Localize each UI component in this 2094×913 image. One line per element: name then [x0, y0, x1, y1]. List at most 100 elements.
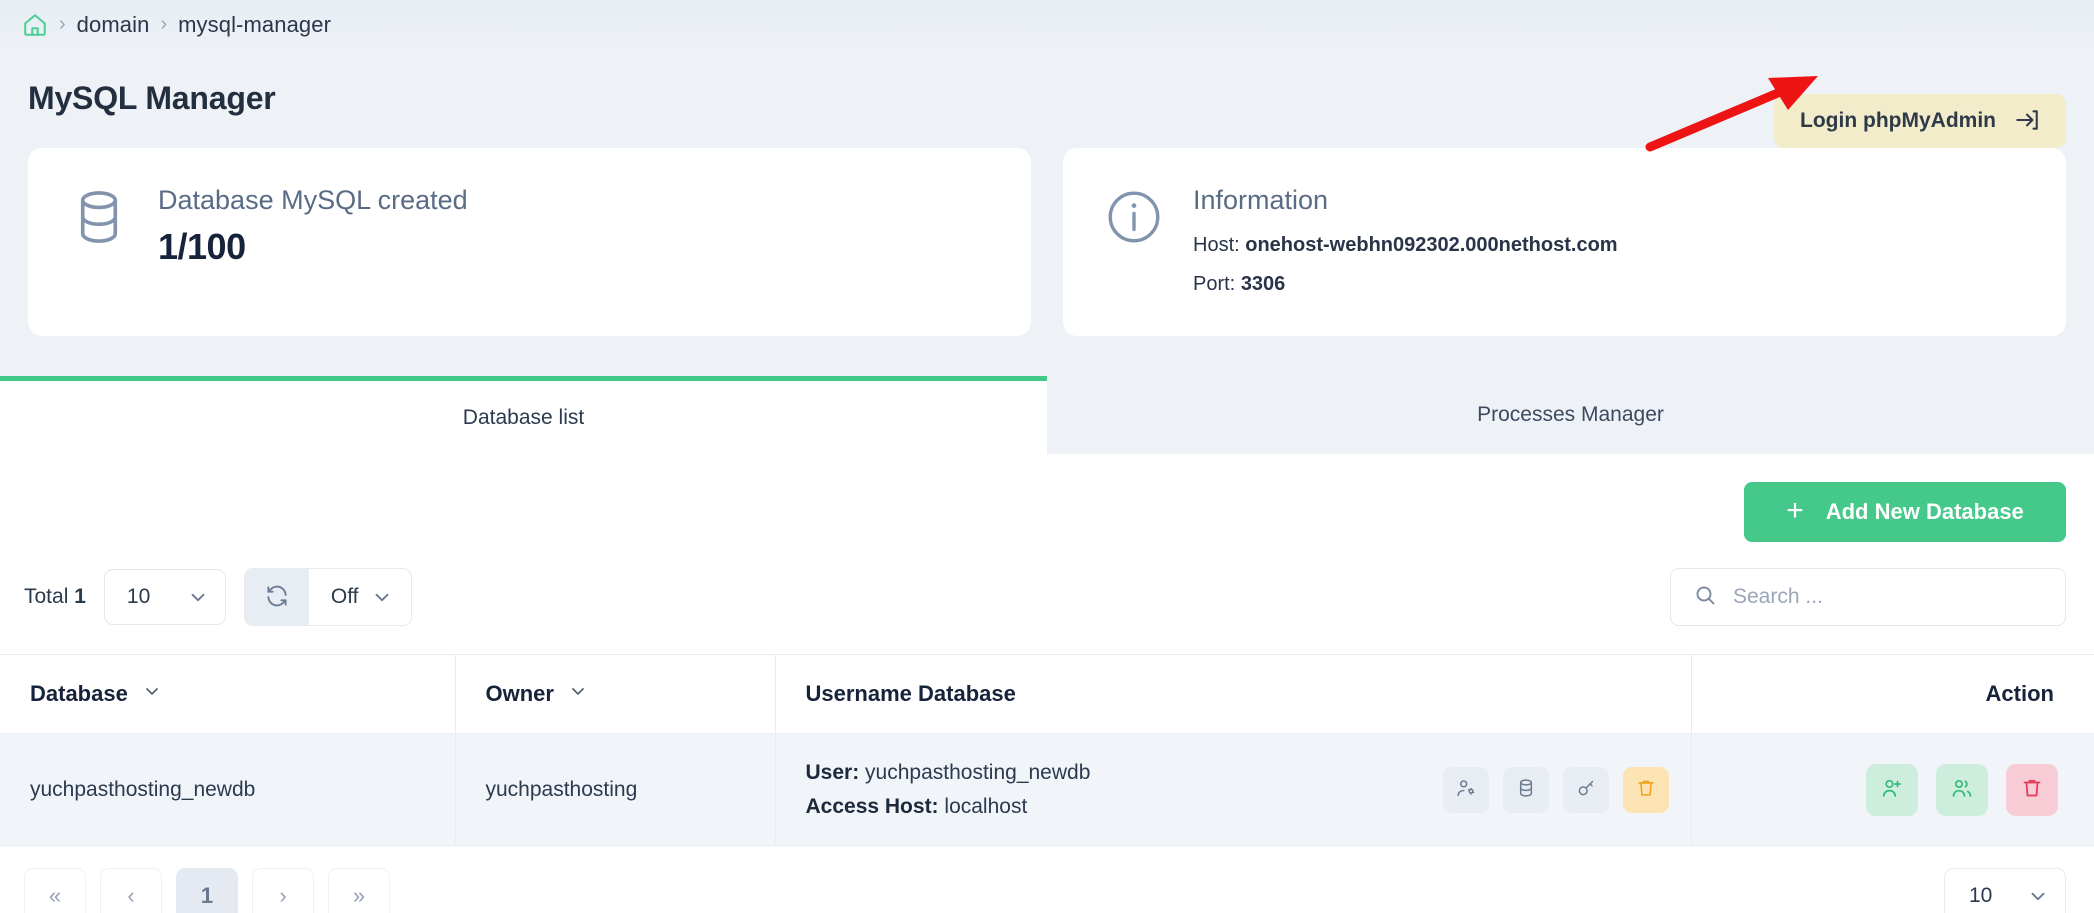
breadcrumb-item-mysql-manager[interactable]: mysql-manager	[178, 12, 331, 38]
cell-action	[1691, 733, 2094, 847]
pagination-next-button[interactable]: ›	[252, 868, 314, 913]
search-input[interactable]	[1733, 585, 2047, 609]
breadcrumb: › domain › mysql-manager	[0, 0, 2094, 50]
port-label: Port:	[1193, 272, 1236, 295]
inline-action-icons	[1442, 766, 1669, 813]
trash-icon	[1635, 777, 1657, 802]
user-label: User:	[805, 761, 860, 784]
pagination-page-1-button[interactable]: 1	[176, 868, 238, 913]
pagination-bar: « ‹ 1 › » 10	[0, 846, 2094, 913]
trash-icon	[2020, 776, 2044, 803]
auto-refresh-group: Off	[243, 568, 412, 626]
tab-database-list-label: Database list	[462, 405, 585, 429]
login-arrow-icon	[2014, 107, 2040, 136]
delete-user-icon-button[interactable]	[1622, 766, 1669, 813]
table-head: Database Owner Username Database Action	[0, 654, 2094, 734]
row-action-icons	[1722, 763, 2058, 816]
user-add-icon	[1880, 776, 1904, 803]
column-header-database[interactable]: Database	[0, 654, 456, 734]
card-database-created-value: 1/100	[158, 225, 246, 267]
database-icon	[1515, 777, 1537, 802]
card-information: Information Host: onehost-webhn092302.00…	[1063, 148, 2066, 336]
pagination-last-button[interactable]: »	[328, 868, 390, 913]
column-header-username-database: Username Database	[775, 654, 1692, 734]
column-header-username-database-label: Username Database	[805, 681, 1016, 706]
username-details: User: yuchpasthosting_newdb Access Host:…	[806, 756, 1091, 823]
access-host-value: localhost	[944, 794, 1028, 818]
toolbar-left: Total 1 10 Off	[24, 568, 412, 626]
cell-database: yuchpasthosting_newdb	[0, 733, 456, 847]
chevron-down-icon	[371, 586, 393, 608]
page-size-select-bottom[interactable]: 10	[1944, 868, 2066, 913]
card-information-port: Port: 3306	[1193, 273, 1618, 296]
search-icon	[1693, 583, 1717, 612]
info-circle-icon	[1103, 182, 1165, 253]
page-size-select-bottom-value: 10	[1969, 884, 1993, 908]
username-line: User: yuchpasthosting_newdb	[806, 756, 1091, 790]
main-panel: Database list Processes Manager + Add Ne…	[0, 376, 2094, 913]
chevron-down-icon	[2027, 885, 2049, 907]
pagination-prev-button[interactable]: ‹	[100, 868, 162, 913]
breadcrumb-separator-2: ›	[160, 12, 168, 35]
card-information-heading: Information	[1193, 185, 1329, 215]
breadcrumb-item-domain[interactable]: domain	[77, 12, 150, 38]
database-list-panel: + Add New Database Total 1 10 Off Search…	[0, 454, 2094, 913]
login-phpmyadmin-button[interactable]: Login phpMyAdmin	[1774, 94, 2066, 148]
key-icon-button[interactable]	[1562, 766, 1609, 813]
host-value: onehost-webhn092302.000nethost.com	[1245, 233, 1618, 256]
page-title: MySQL Manager	[28, 79, 276, 116]
total-count: Total 1	[24, 585, 86, 609]
toolbar-top: + Add New Database	[0, 454, 2094, 542]
table-row: yuchpasthosting_newdb yuchpasthosting Us…	[0, 733, 2094, 847]
auto-refresh-value: Off	[330, 585, 359, 608]
access-host-label: Access Host:	[805, 794, 939, 818]
page-size-select-top[interactable]: 10	[103, 569, 226, 625]
tab-processes-manager[interactable]: Processes Manager	[1047, 376, 2094, 454]
add-new-database-button[interactable]: + Add New Database	[1744, 482, 2066, 542]
tab-processes-manager-label: Processes Manager	[1477, 403, 1664, 426]
add-user-icon-button[interactable]	[1866, 763, 1918, 816]
tab-database-list[interactable]: Database list	[0, 376, 1047, 454]
chevron-down-icon	[187, 586, 209, 608]
column-header-database-label: Database	[30, 681, 128, 706]
column-header-owner[interactable]: Owner	[455, 654, 776, 734]
key-icon	[1575, 777, 1597, 802]
database-icon	[68, 182, 130, 253]
column-header-owner-label: Owner	[485, 681, 554, 706]
pagination-first-button[interactable]: «	[24, 868, 86, 913]
refresh-icon	[264, 583, 290, 612]
table-body: yuchpasthosting_newdb yuchpasthosting Us…	[0, 733, 2094, 847]
table-header-row: Database Owner Username Database Action	[0, 654, 2094, 734]
breadcrumb-separator-1: ›	[59, 12, 66, 35]
login-phpmyadmin-label: Login phpMyAdmin	[1800, 109, 1996, 132]
delete-database-icon-button[interactable]	[2006, 763, 2058, 816]
cell-owner: yuchpasthosting	[455, 733, 776, 847]
column-header-action-label: Action	[1985, 681, 2054, 706]
chevron-down-icon	[142, 681, 162, 707]
home-icon[interactable]	[22, 12, 48, 38]
users-icon	[1950, 776, 1974, 803]
summary-cards: Database MySQL created 1/100 Information…	[0, 148, 2094, 336]
refresh-button[interactable]	[244, 569, 309, 625]
manage-users-icon-button[interactable]	[1936, 763, 1988, 816]
page-size-select-top-value: 10	[126, 585, 151, 608]
total-label: Total	[24, 585, 69, 608]
plus-icon: +	[1786, 493, 1804, 527]
chevron-down-icon	[568, 681, 588, 707]
page-header: MySQL Manager Login phpMyAdmin	[0, 50, 2094, 148]
auto-refresh-select[interactable]: Off	[308, 569, 411, 625]
toolbar-controls: Total 1 10 Off Search ...	[0, 542, 2094, 626]
port-value: 3306	[1240, 272, 1286, 295]
database-icon-button[interactable]	[1502, 766, 1549, 813]
column-header-action: Action	[1691, 654, 2094, 734]
add-new-database-label: Add New Database	[1825, 499, 2024, 524]
cell-username-database: User: yuchpasthosting_newdb Access Host:…	[775, 733, 1692, 847]
search-box[interactable]	[1670, 568, 2066, 626]
card-database-created-heading: Database MySQL created	[158, 185, 468, 215]
user-settings-icon	[1455, 777, 1477, 802]
host-label: Host:	[1193, 233, 1240, 256]
access-host-line: Access Host: localhost	[806, 790, 1091, 824]
total-value: 1	[74, 585, 86, 608]
user-value: yuchpasthosting_newdb	[865, 761, 1091, 784]
user-settings-icon-button[interactable]	[1442, 766, 1489, 813]
